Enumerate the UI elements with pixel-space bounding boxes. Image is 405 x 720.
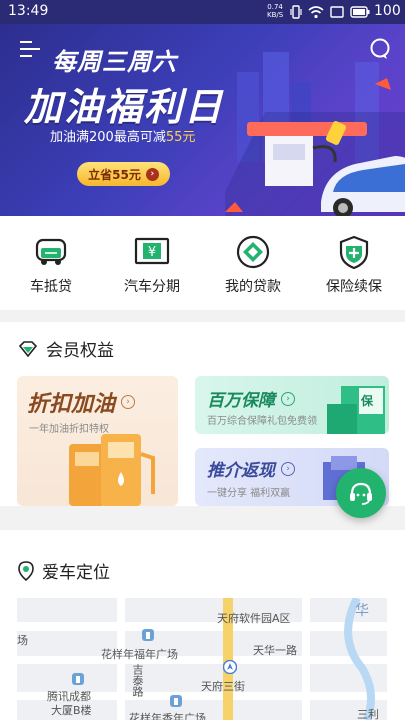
diamond-icon xyxy=(236,235,270,269)
member-benefits-header: 会员权益 xyxy=(18,336,114,361)
map-label: 华 xyxy=(355,603,369,619)
building-poi-icon xyxy=(72,673,84,685)
card-million-protection[interactable]: 百万保障 › 百万综合保障礼包免费领 保 xyxy=(195,376,389,434)
status-bar: 13:49 0.74 KB/S 100 xyxy=(0,0,405,24)
battery-level: 100 xyxy=(374,3,401,19)
map-label: 花样年香年广场 xyxy=(129,712,206,720)
banner-line1: 每周三周六 xyxy=(52,48,177,76)
status-icons xyxy=(290,4,370,20)
quick-actions: 车抵贷 ¥ 汽车分期 我的贷款 保险续保 xyxy=(0,216,405,310)
map-label: 三利 xyxy=(357,708,379,720)
river-shape xyxy=(344,598,375,720)
location-pin-icon xyxy=(18,560,34,581)
map-label: 天府三街 xyxy=(201,680,245,693)
arrow-right-icon: › xyxy=(281,461,295,476)
arrow-right-icon: › xyxy=(145,167,159,181)
gift-box-illustration xyxy=(327,386,385,434)
network-speed: 0.74 KB/S xyxy=(267,3,284,19)
battery-icon xyxy=(350,6,370,18)
menu-icon[interactable] xyxy=(20,40,42,58)
save-55-button[interactable]: 立省55元 › xyxy=(77,162,170,186)
card-discount-fuel[interactable]: 折扣加油 › 一年加油折扣特权 xyxy=(17,376,178,506)
quick-insurance-renewal[interactable]: 保险续保 xyxy=(304,234,404,296)
building-poi-icon xyxy=(142,629,154,641)
fuel-pump-illustration xyxy=(69,434,155,506)
car-location-section: 爱车定位 天府软件园A区 华 场 花样年福年广场 天华一路 吉泰路 天府三街 腾… xyxy=(0,530,405,720)
quick-my-loans[interactable]: 我的贷款 xyxy=(203,234,303,296)
quick-auto-installment[interactable]: ¥ 汽车分期 xyxy=(102,234,202,296)
yuan-card-icon: ¥ xyxy=(134,237,170,265)
map-label: 天华一路 xyxy=(253,644,297,657)
gas-station-car-illustration xyxy=(225,52,405,216)
headset-icon xyxy=(350,482,372,505)
vibrate-icon xyxy=(290,5,302,19)
car-location-map[interactable]: 天府软件园A区 华 场 花样年福年广场 天华一路 吉泰路 天府三街 腾讯成都 大… xyxy=(17,598,387,720)
protection-badge: 保 xyxy=(361,394,374,408)
banner-line3: 加油满200最高可减55元 xyxy=(50,130,196,145)
banner-line2: 加油福利日 xyxy=(24,85,225,129)
status-time: 13:49 xyxy=(8,3,49,19)
screen-icon xyxy=(330,6,344,18)
promo-banner[interactable]: 每周三周六 加油福利日 加油满200最高可减55元 立省55元 › xyxy=(0,24,405,216)
map-label: 场 xyxy=(17,634,28,647)
quick-car-loan[interactable]: 车抵贷 xyxy=(1,234,101,296)
car-location-header: 爱车定位 xyxy=(18,558,110,583)
car-marker-icon xyxy=(223,660,237,674)
floating-support-button[interactable] xyxy=(336,468,386,518)
map-label: 天府软件园A区 xyxy=(217,612,291,625)
car-loan-icon xyxy=(35,238,67,265)
building-poi-icon xyxy=(170,695,182,707)
map-label: 吉泰路 xyxy=(131,664,144,697)
map-label: 花样年福年广场 xyxy=(101,648,178,661)
map-label: 大厦B楼 xyxy=(51,704,92,717)
svg-text:¥: ¥ xyxy=(148,245,156,260)
arrow-right-icon: › xyxy=(281,391,295,406)
arrow-right-icon: › xyxy=(121,395,136,409)
shield-plus-icon xyxy=(339,235,369,270)
diamond-outline-icon xyxy=(18,340,38,357)
wifi-icon xyxy=(308,6,324,19)
